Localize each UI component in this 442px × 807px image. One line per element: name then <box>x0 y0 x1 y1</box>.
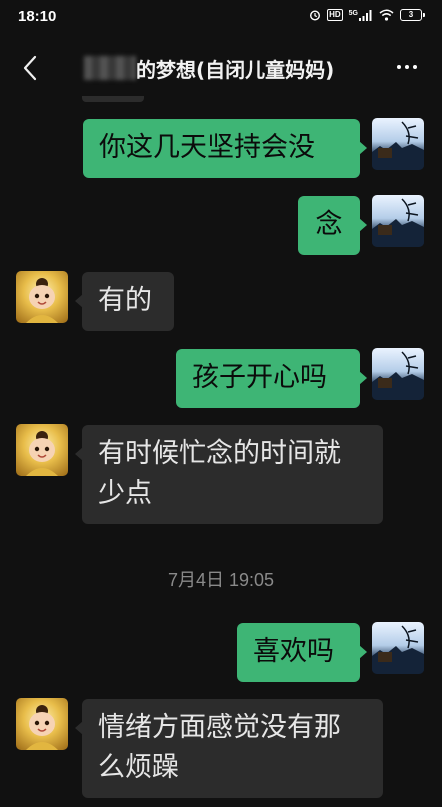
my-avatar[interactable] <box>372 118 424 170</box>
contact-avatar[interactable] <box>16 698 68 750</box>
alarm-icon <box>310 10 321 21</box>
message-timestamp: 7月4日 19:05 <box>167 570 275 590</box>
status-bar: 18:10 HD 5G 3 <box>0 0 442 36</box>
incoming-message-bubble[interactable]: 有的 <box>75 272 174 331</box>
chat-title: 的梦想(自闭儿童妈妈) <box>136 58 335 82</box>
incoming-message-bubble[interactable]: 情绪方面感觉没有那么烦躁 <box>75 699 383 798</box>
back-button[interactable] <box>12 50 48 86</box>
outgoing-message-bubble[interactable]: 你这几天坚持会没 <box>83 119 367 178</box>
contact-avatar[interactable] <box>16 424 68 476</box>
more-dot-icon <box>397 65 401 69</box>
incoming-message-bubble[interactable]: 有时候忙念的时间就少点 <box>75 425 383 524</box>
battery-icon: 3 <box>400 9 425 21</box>
more-dot-icon <box>413 65 417 69</box>
my-avatar[interactable] <box>372 622 424 674</box>
chat-header: 的梦想(自闭儿童妈妈) <box>0 36 442 100</box>
redacted-name-blur <box>84 56 136 80</box>
cell-signal-icon: 5G <box>348 9 373 21</box>
contact-avatar[interactable] <box>16 271 68 323</box>
network-type-label: 5G <box>348 9 358 17</box>
outgoing-message-bubble[interactable]: 念 <box>298 196 367 255</box>
wifi-icon <box>379 9 394 21</box>
more-dot-icon <box>405 65 409 69</box>
outgoing-message-bubble[interactable]: 喜欢吗 <box>237 623 367 682</box>
my-avatar[interactable] <box>372 195 424 247</box>
my-avatar[interactable] <box>372 348 424 400</box>
status-time: 18:10 <box>18 8 57 25</box>
hd-badge: HD <box>327 9 343 21</box>
previous-message-edge <box>82 96 144 102</box>
chevron-left-icon <box>23 55 37 81</box>
status-icons: HD 5G 3 <box>309 9 425 21</box>
more-options-button[interactable] <box>390 52 424 82</box>
outgoing-message-bubble[interactable]: 孩子开心吗 <box>176 349 367 408</box>
